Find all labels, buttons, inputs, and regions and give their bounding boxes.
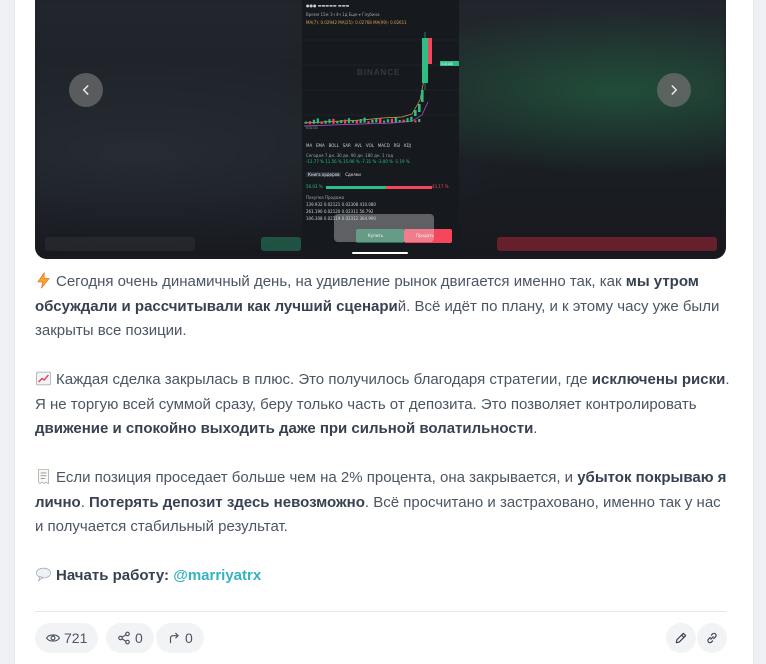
eye-icon	[46, 634, 60, 642]
candle	[371, 119, 374, 123]
timeframe-row: Время 15м 1ч 4ч 1д Еще ▾ Глубина	[306, 12, 380, 17]
candle	[402, 119, 405, 123]
candle	[328, 119, 331, 124]
bg-red-block	[497, 237, 717, 251]
bg-green-block	[261, 237, 301, 251]
chevron-left-icon	[82, 85, 89, 95]
candle	[359, 119, 362, 123]
indicator-row: MA EMA BOLL SAR AVL VOL MACD RSI KDJ	[306, 143, 411, 148]
candle	[320, 122, 323, 124]
candle	[421, 90, 424, 102]
candle	[418, 119, 421, 122]
share-count: 0	[135, 630, 143, 646]
carousel-prev-button[interactable]	[69, 73, 103, 107]
candle	[316, 118, 319, 124]
candle	[383, 120, 386, 123]
candle	[305, 121, 308, 124]
share-counter[interactable]: 0	[106, 623, 154, 653]
candle	[375, 118, 378, 123]
lightning-icon	[37, 272, 50, 289]
candlestick-chart: 0.02136 0.01720	[302, 32, 459, 130]
post-body: Сегодня очень динамичный день, на удивле…	[35, 270, 730, 613]
chevron-right-icon	[671, 85, 678, 95]
trading-app-screenshot: ●●● ▬▬▬▬▬ ▬▬▬ Время 15м 1ч 4ч 1д Еще ▾ Г…	[302, 0, 459, 259]
candle	[398, 120, 401, 122]
candle	[379, 118, 382, 123]
stats-row: Сегодня 7 дн. 30 дн. 90 дн. 180 дн. 1 го…	[306, 153, 394, 158]
binance-watermark: BINANCE	[357, 68, 401, 77]
app-status-row: ●●● ▬▬▬▬▬ ▬▬▬	[306, 3, 350, 8]
link-icon	[707, 632, 717, 644]
telegram-username-link[interactable]: @marriyatrx	[173, 567, 261, 584]
price-tag-low: 0.01720	[306, 126, 318, 130]
candle	[355, 120, 358, 124]
paragraph-1: Сегодня очень динамичный день, на удивле…	[35, 272, 720, 339]
candle	[386, 119, 390, 123]
views-counter[interactable]: 721	[35, 623, 99, 653]
candle	[414, 110, 417, 116]
candle	[351, 120, 354, 123]
book-header: Покупка Продажа	[306, 195, 345, 200]
home-indicator	[352, 252, 408, 254]
chart-increasing-icon	[36, 371, 51, 386]
receipt-icon	[38, 469, 49, 485]
candle	[332, 118, 335, 124]
speech-balloon-icon	[36, 567, 51, 582]
edit-button[interactable]	[666, 623, 696, 653]
candle	[363, 117, 366, 123]
toast-overlay	[334, 214, 434, 242]
paragraph-4: Начать работу: @marriyatrx	[35, 564, 730, 589]
price-tag-high: 0.02136	[441, 62, 453, 66]
views-count: 721	[64, 630, 88, 646]
candle	[406, 118, 409, 123]
candle	[312, 119, 315, 124]
candle	[394, 117, 397, 123]
bg-dark-block	[45, 237, 195, 251]
candle	[308, 121, 312, 125]
book-tabs: Книга ордеров Сделки	[306, 172, 361, 177]
pencil-icon	[675, 632, 687, 644]
candle	[410, 116, 413, 122]
candle	[340, 120, 343, 123]
candle	[344, 119, 347, 124]
stats-values: -11.77 % 11.56 % 35.96 % -7.31 % -3.00 %…	[306, 159, 410, 164]
candle	[418, 104, 421, 112]
candle	[414, 120, 417, 123]
candle	[390, 118, 393, 123]
candle	[367, 121, 370, 124]
candle	[336, 121, 339, 124]
share-icon	[118, 631, 130, 645]
carousel-next-button[interactable]	[657, 73, 691, 107]
forward-count: 0	[185, 630, 193, 646]
paragraph-2: Каждая сделка закрылась в плюс. Это полу…	[35, 371, 730, 437]
candle	[324, 120, 327, 124]
sell-ratio-bar	[386, 186, 432, 189]
copy-link-button[interactable]	[697, 623, 727, 653]
candle	[347, 118, 351, 124]
forward-arrow-icon	[169, 632, 179, 644]
sell-percent: 43.17 %	[432, 184, 449, 189]
forward-counter[interactable]: 0	[156, 623, 204, 653]
buy-ratio-bar	[326, 186, 386, 189]
book-row: 139.932 0.02121 0.02308 410.080	[306, 202, 376, 207]
paragraph-3: Если позиция проседает больше чем на 2% …	[35, 469, 727, 535]
footer-divider	[35, 611, 726, 612]
post-media[interactable]: ●●● ▬▬▬▬▬ ▬▬▬ Время 15м 1ч 4ч 1д Еще ▾ Г…	[35, 0, 726, 259]
